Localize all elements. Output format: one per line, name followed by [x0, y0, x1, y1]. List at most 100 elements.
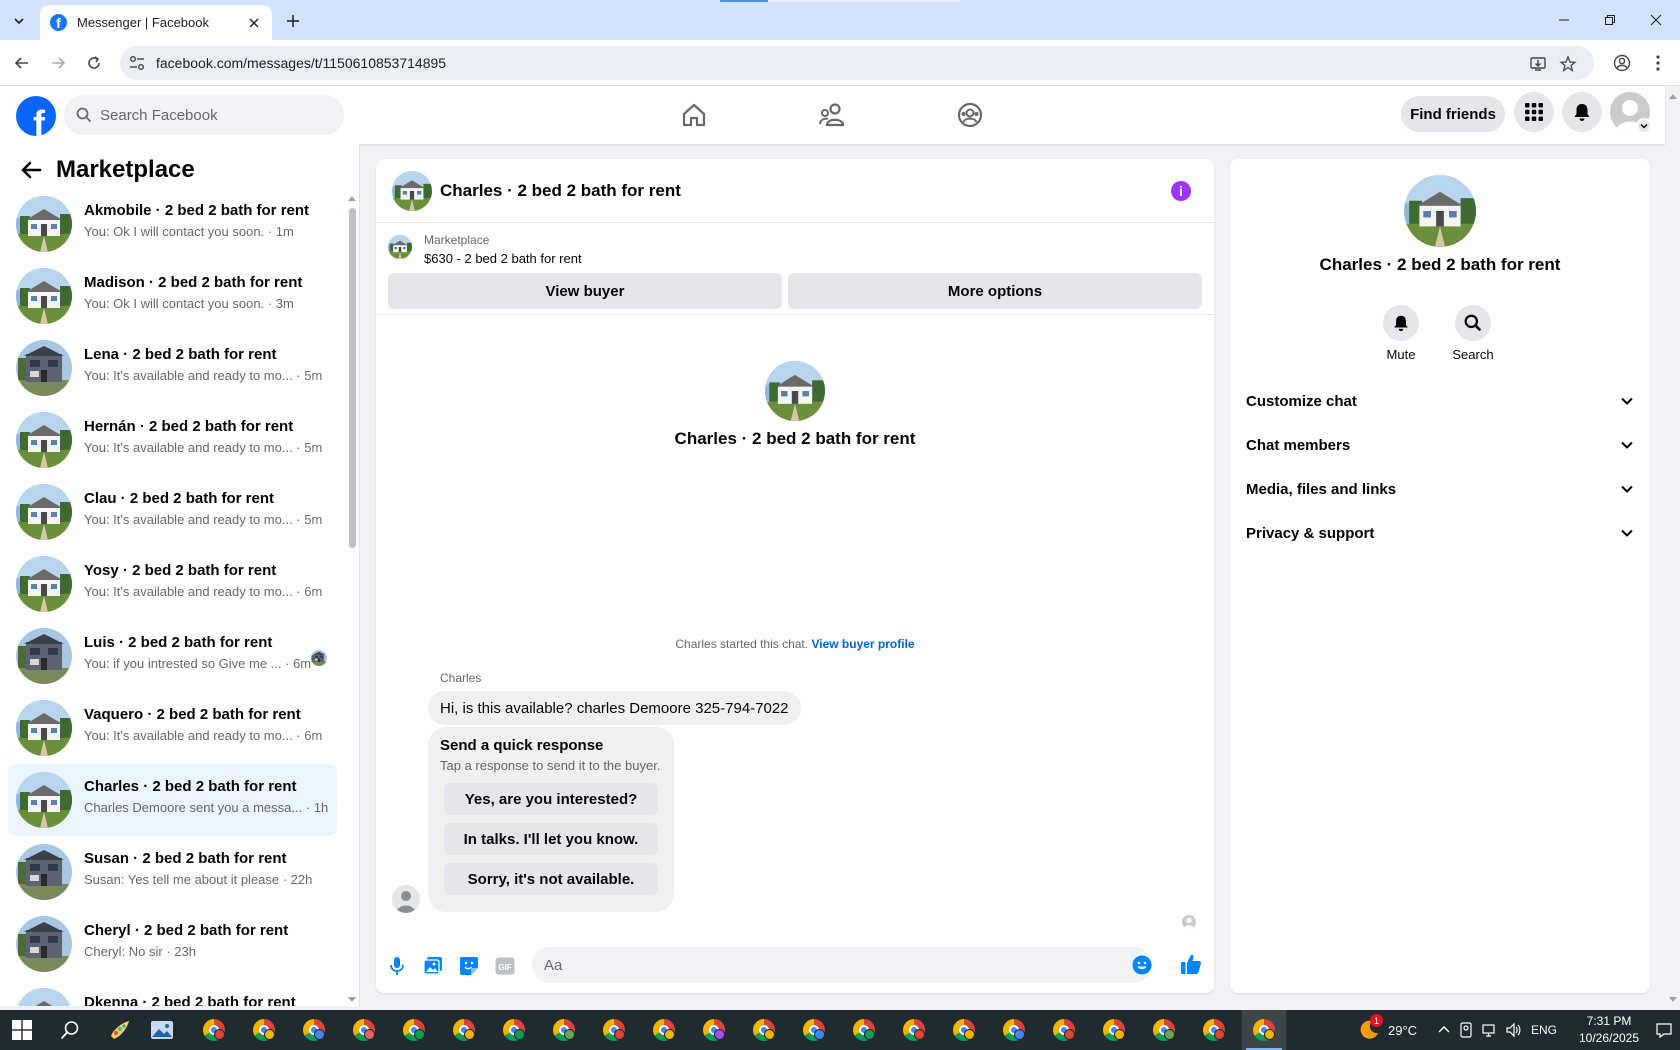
- taskbar-app-paint[interactable]: [106, 1016, 134, 1044]
- home-nav-button[interactable]: [674, 95, 714, 135]
- groups-nav-button[interactable]: [950, 95, 990, 135]
- clock-date[interactable]: 10/26/2025: [1572, 1031, 1646, 1045]
- privacy-support-section[interactable]: Privacy & support: [1246, 513, 1634, 553]
- chat-members-section[interactable]: Chat members: [1246, 425, 1634, 465]
- attach-photo-button[interactable]: [422, 955, 444, 977]
- taskbar-app-photos[interactable]: [148, 1016, 176, 1044]
- taskbar-chrome-window-14[interactable]: [850, 1016, 878, 1044]
- taskbar-chrome-window-16[interactable]: [950, 1016, 978, 1044]
- conversation-item-dkenna[interactable]: Dkenna · 2 bed 2 bath for rent: [8, 980, 337, 1006]
- new-tab-button[interactable]: [280, 8, 306, 34]
- more-options-button[interactable]: More options: [788, 273, 1202, 309]
- back-button[interactable]: [8, 49, 36, 77]
- reload-button[interactable]: [80, 49, 108, 77]
- conversation-item-akmobile[interactable]: Akmobile · 2 bed 2 bath for rent You: Ok …: [8, 188, 337, 260]
- scroll-down-arrow-icon[interactable]: [347, 996, 357, 1004]
- chat-header-avatar[interactable]: [392, 171, 432, 211]
- windows-start-icon[interactable]: [12, 1020, 32, 1040]
- chat-title[interactable]: Charles · 2 bed 2 bath for rent: [440, 181, 681, 201]
- taskbar-chrome-window-20[interactable]: [1150, 1016, 1178, 1044]
- quick-response-in-talks-button[interactable]: In talks. I'll let you know.: [444, 823, 658, 855]
- conversation-item-charles[interactable]: Charles · 2 bed 2 bath for rent Charles D…: [8, 764, 337, 836]
- find-friends-button[interactable]: Find friends: [1401, 96, 1505, 132]
- conversation-item-cheryl[interactable]: Cheryl · 2 bed 2 bath for rent Cheryl: No…: [8, 908, 337, 980]
- conversation-item-luis[interactable]: Luis · 2 bed 2 bath for rent You: if you …: [8, 620, 337, 692]
- conversation-item-lena[interactable]: Lena · 2 bed 2 bath for rent You: It's av…: [8, 332, 337, 404]
- notification-center-icon[interactable]: [1656, 1022, 1672, 1038]
- facebook-logo-icon[interactable]: f: [16, 96, 56, 136]
- taskbar-chrome-window-22[interactable]: [1242, 1010, 1286, 1050]
- taskbar-chrome-window-1[interactable]: [200, 1016, 228, 1044]
- camera-icon[interactable]: [1458, 1022, 1474, 1038]
- taskbar-chrome-window-5[interactable]: [400, 1016, 428, 1044]
- friends-nav-button[interactable]: [812, 95, 852, 135]
- network-icon[interactable]: [1482, 1022, 1498, 1038]
- taskbar-chrome-window-9[interactable]: [600, 1016, 628, 1044]
- clock-time[interactable]: 7:31 PM: [1578, 1014, 1640, 1028]
- notifications-button[interactable]: [1562, 92, 1602, 132]
- conversation-item-clau[interactable]: Clau · 2 bed 2 bath for rent You: It's av…: [8, 476, 337, 548]
- taskbar-chrome-window-7[interactable]: [500, 1016, 528, 1044]
- quick-response-yes-button[interactable]: Yes, are you interested?: [444, 783, 658, 815]
- sender-avatar[interactable]: [392, 885, 420, 913]
- taskbar-chrome-window-6[interactable]: [450, 1016, 478, 1044]
- conversation-list-scrollbar[interactable]: [349, 208, 356, 548]
- temperature-text[interactable]: 29°C: [1388, 1023, 1417, 1038]
- url-text[interactable]: facebook.com/messages/t/1150610853714895: [156, 55, 446, 71]
- taskbar-chrome-window-18[interactable]: [1050, 1016, 1078, 1044]
- menu-grid-button[interactable]: [1514, 92, 1554, 132]
- listing-price[interactable]: $630 - 2 bed 2 bath for rent: [424, 251, 582, 266]
- tab-search-button[interactable]: [6, 8, 32, 34]
- bookmark-button[interactable]: [1558, 54, 1578, 74]
- facebook-search-input[interactable]: Search Facebook: [64, 95, 344, 135]
- taskbar-chrome-window-3[interactable]: [300, 1016, 328, 1044]
- taskbar-chrome-window-17[interactable]: [1000, 1016, 1028, 1044]
- install-app-button[interactable]: [1528, 54, 1548, 74]
- address-bar[interactable]: facebook.com/messages/t/1150610853714895: [120, 46, 1594, 80]
- taskbar-chrome-window-19[interactable]: [1100, 1016, 1128, 1044]
- view-buyer-button[interactable]: View buyer: [388, 273, 782, 309]
- listing-thumbnail[interactable]: [388, 235, 412, 259]
- taskbar-chrome-window-4[interactable]: [350, 1016, 378, 1044]
- conversation-item-vaquero[interactable]: Vaquero · 2 bed 2 bath for rent You: It's…: [8, 692, 337, 764]
- media-files-links-section[interactable]: Media, files and links: [1246, 469, 1634, 509]
- browser-menu-button[interactable]: [1644, 49, 1672, 77]
- close-window-button[interactable]: [1633, 0, 1679, 40]
- browser-tab-messenger[interactable]: f Messenger | Facebook: [40, 5, 272, 40]
- language-indicator[interactable]: ENG: [1531, 1023, 1557, 1037]
- taskbar-chrome-window-21[interactable]: [1200, 1016, 1228, 1044]
- mute-action[interactable]: Mute: [1371, 305, 1431, 362]
- volume-icon[interactable]: [1505, 1022, 1521, 1038]
- conversation-item-hernan[interactable]: Hernán · 2 bed 2 bath for rent You: It's …: [8, 404, 337, 476]
- voice-clip-button[interactable]: [386, 955, 408, 977]
- taskbar-chrome-window-11[interactable]: [700, 1016, 728, 1044]
- gif-button[interactable]: GIF: [494, 955, 516, 977]
- taskbar-search-icon[interactable]: [60, 1020, 80, 1040]
- info-icon[interactable]: i: [1171, 181, 1191, 201]
- like-send-button[interactable]: [1180, 953, 1202, 975]
- taskbar-chrome-window-2[interactable]: [250, 1016, 278, 1044]
- back-arrow-icon[interactable]: [20, 160, 42, 180]
- page-scroll-down-icon[interactable]: [1668, 996, 1678, 1004]
- site-info-icon[interactable]: [128, 54, 146, 72]
- scroll-up-arrow-icon[interactable]: [347, 194, 357, 202]
- view-buyer-profile-link[interactable]: View buyer profile: [811, 637, 914, 651]
- search-action[interactable]: Search: [1443, 305, 1503, 362]
- restore-button[interactable]: [1587, 0, 1633, 40]
- conversation-item-susan[interactable]: Susan · 2 bed 2 bath for rent Susan: Yes …: [8, 836, 337, 908]
- forward-button[interactable]: [44, 49, 72, 77]
- profile-button[interactable]: [1608, 49, 1636, 77]
- taskbar-chrome-window-13[interactable]: [800, 1016, 828, 1044]
- search-in-chat-button[interactable]: [1455, 305, 1491, 341]
- customize-chat-section[interactable]: Customize chat: [1246, 381, 1634, 421]
- page-scroll-up-icon[interactable]: [1668, 92, 1678, 100]
- conversation-item-madison[interactable]: Madison · 2 bed 2 bath for rent You: Ok I…: [8, 260, 337, 332]
- message-input[interactable]: Aa: [532, 947, 1152, 983]
- tab-close-button[interactable]: [244, 13, 264, 33]
- conversation-item-yosy[interactable]: Yosy · 2 bed 2 bath for rent You: It's av…: [8, 548, 337, 620]
- taskbar-chrome-window-8[interactable]: [550, 1016, 578, 1044]
- account-menu-chevron[interactable]: [1636, 118, 1652, 134]
- taskbar-chrome-window-10[interactable]: [650, 1016, 678, 1044]
- sticker-button[interactable]: [458, 955, 480, 977]
- minimize-button[interactable]: [1541, 0, 1587, 40]
